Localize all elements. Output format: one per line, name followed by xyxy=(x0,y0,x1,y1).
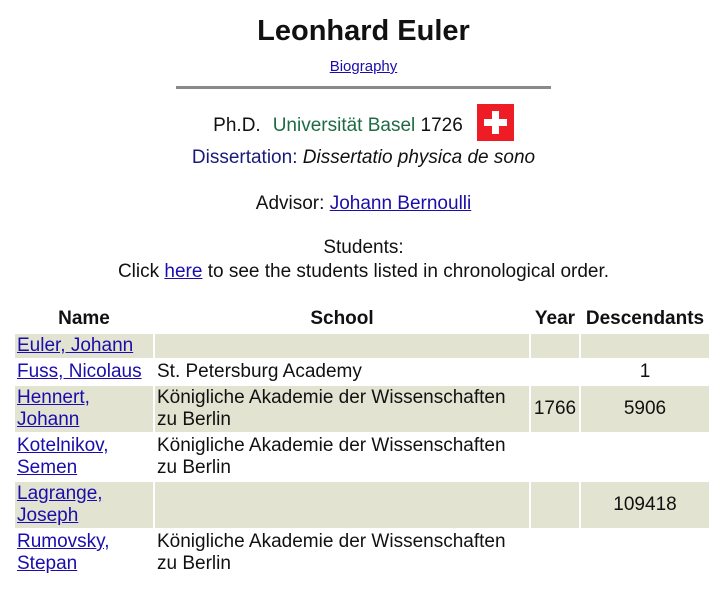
click-prefix: Click xyxy=(117,261,160,282)
table-row: Kotelnikov, Semen Königliche Akademie de… xyxy=(15,434,709,480)
column-header-descendants: Descendants xyxy=(585,308,705,329)
biography-link[interactable]: Biography xyxy=(330,58,398,75)
student-name-cell: Hennert, Johann xyxy=(15,386,153,432)
school-cell: Königliche Akademie der Wissenschaften z… xyxy=(157,531,506,574)
school-cell xyxy=(155,482,529,528)
table-row: Fuss, Nicolaus St. Petersburg Academy 1 xyxy=(15,360,709,384)
student-link[interactable]: Kotelnikov, Semen xyxy=(17,435,109,478)
descendants-cell xyxy=(581,434,709,480)
column-header-name: Name xyxy=(58,308,110,329)
students-table: Name School Year Descendants Euler, Joha… xyxy=(13,304,711,578)
descendants-cell: 5906 xyxy=(581,386,709,432)
descendants-cell: 109418 xyxy=(581,482,709,528)
degree-type: Ph.D. xyxy=(213,115,261,136)
student-name-cell: Fuss, Nicolaus xyxy=(15,360,153,384)
year-cell xyxy=(531,334,579,358)
student-link[interactable]: Fuss, Nicolaus xyxy=(17,361,142,382)
descendants-cell: 1 xyxy=(639,361,651,382)
click-suffix: to see the students listed in chronologi… xyxy=(207,261,610,282)
year-cell xyxy=(531,360,579,384)
column-header-year: Year xyxy=(534,308,576,329)
degree-year: 1726 xyxy=(420,115,463,136)
year-cell: 1766 xyxy=(531,386,579,432)
school-cell: Königliche Akademie der Wissenschaften z… xyxy=(157,435,506,478)
school-cell: Königliche Akademie der Wissenschaften z… xyxy=(155,386,529,432)
student-link[interactable]: Lagrange, Joseph xyxy=(17,483,103,526)
year-cell xyxy=(531,434,579,480)
table-row: Lagrange, Joseph 109418 xyxy=(15,482,709,528)
student-name-cell: Euler, Johann xyxy=(15,334,153,358)
chronological-note: Click here to see the students listed in… xyxy=(0,260,727,284)
page-title: Leonhard Euler xyxy=(257,15,470,47)
dissertation-line: Dissertation: Dissertatio physica de son… xyxy=(0,145,727,171)
student-link[interactable]: Rumovsky, Stepan xyxy=(17,531,110,574)
school-cell: St. Petersburg Academy xyxy=(157,361,362,382)
students-heading: Students: xyxy=(323,237,404,258)
divider xyxy=(176,86,551,89)
table-header-row: Name School Year Descendants xyxy=(15,306,709,332)
descendants-cell xyxy=(581,530,709,576)
descendants-cell xyxy=(581,334,709,358)
degree-line: Ph.D. Universität Basel 1726 xyxy=(0,104,727,141)
advisor-label: Advisor: xyxy=(255,193,325,214)
chronological-link[interactable]: here xyxy=(164,261,202,282)
table-row: Euler, Johann xyxy=(15,334,709,358)
biography-line: Biography xyxy=(0,57,727,77)
table-row: Rumovsky, Stepan Königliche Akademie der… xyxy=(15,530,709,576)
year-cell xyxy=(531,530,579,576)
student-name-cell: Kotelnikov, Semen xyxy=(15,434,153,480)
advisor-link[interactable]: Johann Bernoulli xyxy=(330,193,472,214)
student-name-cell: Lagrange, Joseph xyxy=(15,482,153,528)
year-cell xyxy=(531,482,579,528)
dissertation-label: Dissertation: xyxy=(191,147,298,168)
dissertation-title: Dissertatio physica de sono xyxy=(302,147,536,168)
column-header-school: School xyxy=(310,308,374,329)
student-name-cell: Rumovsky, Stepan xyxy=(15,530,153,576)
degree-university: Universität Basel xyxy=(272,115,416,136)
switzerland-flag-icon xyxy=(476,104,514,141)
advisor-line: Advisor: Johann Bernoulli xyxy=(0,191,727,217)
student-link[interactable]: Hennert, Johann xyxy=(17,387,90,430)
school-cell xyxy=(155,334,529,358)
students-section: Students: Click here to see the students… xyxy=(0,236,727,284)
table-row: Hennert, Johann Königliche Akademie der … xyxy=(15,386,709,432)
student-link[interactable]: Euler, Johann xyxy=(17,335,133,356)
